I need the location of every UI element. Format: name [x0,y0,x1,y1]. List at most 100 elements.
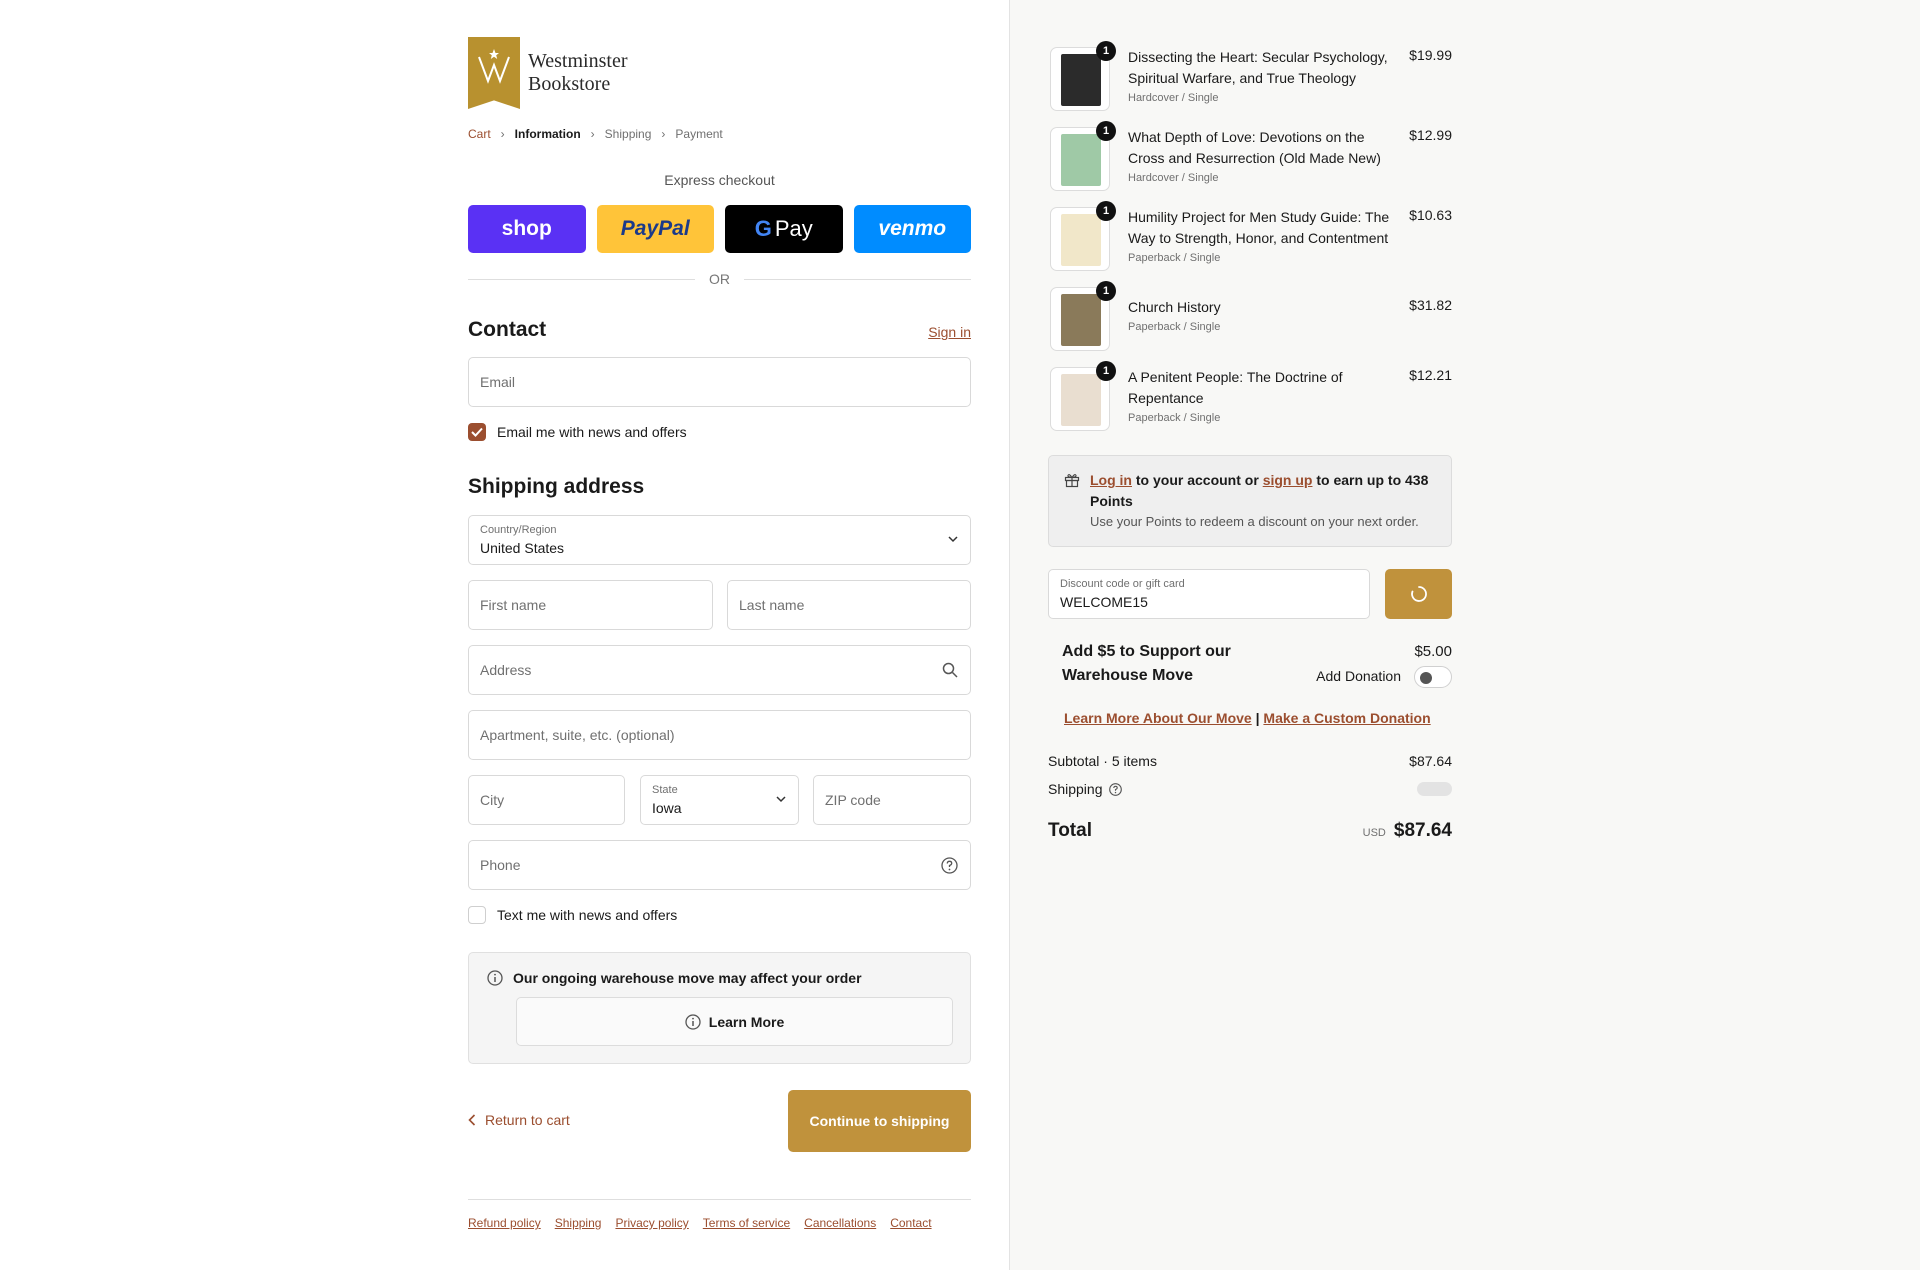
item-price: $19.99 [1409,47,1452,63]
total-label: Total [1048,820,1092,841]
email-news-checkbox-row[interactable]: Email me with news and offers [468,423,687,441]
cancellations-link[interactable]: Cancellations [804,1216,876,1230]
zip-placeholder: ZIP code [825,792,881,808]
breadcrumb-payment: Payment [675,127,723,141]
item-price: $10.63 [1409,207,1452,223]
quantity-badge: 1 [1096,201,1116,221]
refund-policy-link[interactable]: Refund policy [468,1216,541,1230]
breadcrumb-shipping: Shipping [604,127,652,141]
currency-code: USD [1362,826,1386,839]
privacy-policy-link[interactable]: Privacy policy [615,1216,688,1230]
footer-divider [468,1199,971,1200]
sign-in-link[interactable]: Sign in [928,324,971,340]
apartment-field[interactable]: Apartment, suite, etc. (optional) [468,710,971,760]
text-news-checkbox-row[interactable]: Text me with news and offers [468,906,677,924]
email-field[interactable]: Email [468,357,971,407]
chevron-left-icon [468,1114,476,1126]
loading-spinner-icon [1410,586,1427,602]
state-value: Iowa [652,800,682,816]
item-variant: Paperback / Single [1128,321,1221,333]
zip-field[interactable]: ZIP code [813,775,971,825]
country-label: Country/Region [480,524,557,536]
contact-heading: Contact [468,318,547,341]
order-summary-panel [1009,0,1920,1270]
quantity-badge: 1 [1096,121,1116,141]
book-cover-image [1061,54,1101,106]
product-thumbnail: 1 [1050,281,1116,351]
learn-more-move-link[interactable]: Learn More About Our Move [1064,710,1252,726]
contact-link[interactable]: Contact [890,1216,931,1230]
item-price: $12.21 [1409,367,1452,383]
store-name-line2: Bookstore [528,73,611,95]
shipping-loading-placeholder [1417,782,1452,796]
first-name-field[interactable]: First name [468,580,713,630]
venmo-button[interactable]: venmo [853,205,971,253]
city-field[interactable]: City [468,775,625,825]
footer-links: Refund policy Shipping Privacy policy Te… [468,1216,932,1230]
subtotal-value: $87.64 [1409,753,1452,769]
add-donation-toggle[interactable] [1414,666,1452,688]
shop-pay-button[interactable]: shop [468,205,586,253]
help-circle-icon[interactable] [1108,782,1122,796]
country-value: United States [480,540,565,556]
store-name-line1: Westminster [528,50,628,72]
country-select[interactable]: Country/Region United States [468,515,971,565]
item-info: Humility Project for Men Study Guide: Th… [1128,207,1390,266]
email-news-label: Email me with news and offers [497,424,687,440]
donation-links: Learn More About Our Move | Make a Custo… [1064,710,1431,726]
points-subtext: Use your Points to redeem a discount on … [1090,514,1419,529]
shipping-policy-link[interactable]: Shipping [555,1216,602,1230]
search-icon[interactable] [942,662,958,678]
sign-up-link[interactable]: sign up [1263,472,1313,488]
google-pay-button[interactable]: G Pay [725,205,843,253]
warehouse-notice: Our ongoing warehouse move may affect yo… [468,952,971,1064]
info-icon [487,970,503,986]
store-logo[interactable]: Westminster Bookstore [468,37,627,109]
item-price: $31.82 [1409,297,1452,313]
breadcrumb-cart[interactable]: Cart [468,127,491,141]
notice-title: Our ongoing warehouse move may affect yo… [487,970,862,986]
item-info: Church History Paperback / Single [1128,297,1390,335]
discount-code-field[interactable]: Discount code or gift card WELCOME15 [1048,569,1370,619]
help-circle-icon[interactable] [941,857,958,874]
item-title: A Penitent People: The Doctrine of Repen… [1128,369,1343,406]
logo-banner-icon [468,37,520,109]
product-thumbnail: 1 [1050,361,1116,431]
shipping-label-wrap: Shipping [1048,781,1122,797]
last-name-field[interactable]: Last name [727,580,971,630]
apply-discount-button[interactable] [1385,569,1452,619]
express-checkout-title: Express checkout [664,172,775,188]
state-select[interactable]: State Iowa [640,775,799,825]
item-title: Humility Project for Men Study Guide: Th… [1128,209,1390,246]
donation-link-separator: | [1251,710,1264,726]
total-row: Total USD $87.64 [1048,820,1452,842]
store-name: Westminster Bookstore [528,50,627,96]
total-value-wrap: USD $87.64 [1363,820,1452,842]
google-g-icon: G [754,216,772,241]
email-news-checkbox[interactable] [468,423,486,441]
return-to-cart-label: Return to cart [485,1112,570,1128]
learn-more-button[interactable]: Learn More [516,997,953,1046]
paypal-button[interactable]: PayPal [596,205,714,253]
terms-of-service-link[interactable]: Terms of service [703,1216,790,1230]
checkmark-icon [471,427,483,437]
continue-to-shipping-button[interactable]: Continue to shipping [788,1090,971,1152]
discount-value: WELCOME15 [1060,594,1148,610]
subtotal-label: Subtotal · 5 items [1048,753,1157,769]
donation-title: Add $5 to Support our Warehouse Move [1062,643,1231,684]
product-thumbnail: 1 [1050,41,1116,111]
address-placeholder: Address [480,662,532,678]
text-news-checkbox[interactable] [468,906,486,924]
log-in-link[interactable]: Log in [1090,472,1132,488]
product-thumbnail: 1 [1050,201,1116,271]
chevron-down-icon [776,796,786,803]
return-to-cart-link[interactable]: Return to cart [468,1112,570,1128]
chevron-right-icon: › [500,127,505,141]
breadcrumb: Cart › Information › Shipping › Payment [468,127,723,141]
custom-donation-link[interactable]: Make a Custom Donation [1263,710,1430,726]
book-cover-image [1061,374,1101,426]
phone-field[interactable]: Phone [468,840,971,890]
or-label: OR [709,271,730,287]
divider-line [468,278,695,280]
address-field[interactable]: Address [468,645,971,695]
